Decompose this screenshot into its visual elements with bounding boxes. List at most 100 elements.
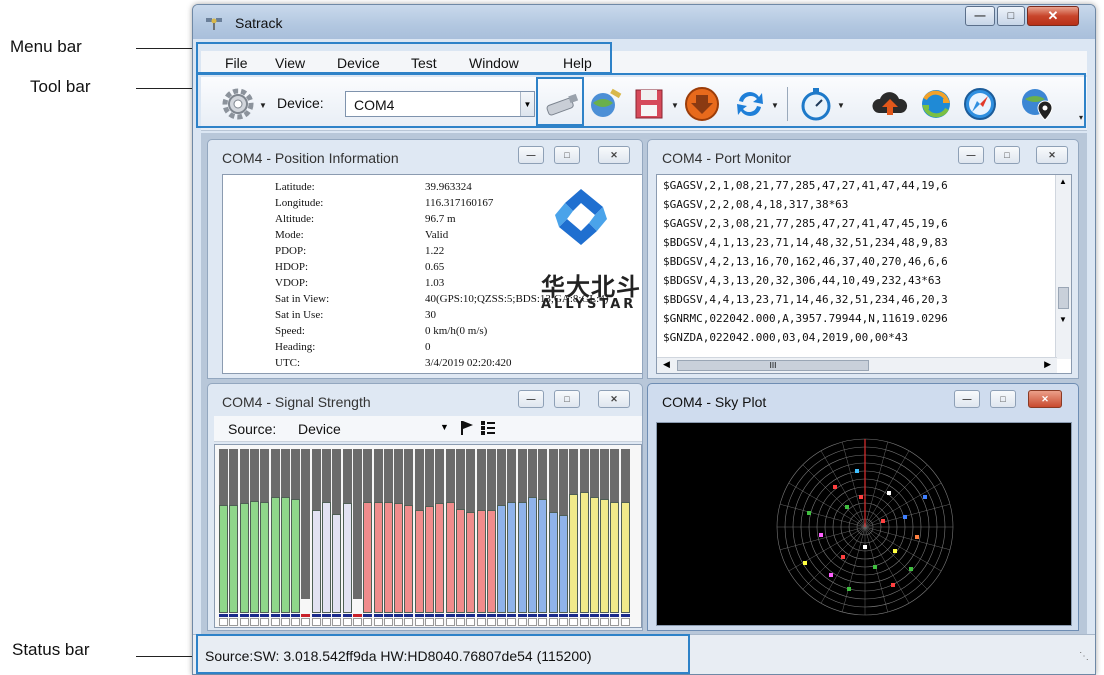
signal-maximize-button[interactable]: □ xyxy=(554,390,580,408)
scroll-down-icon[interactable]: ▼ xyxy=(1059,315,1067,324)
signal-bar xyxy=(497,505,507,613)
position-information-window[interactable]: COM4 - Position Information — □ ✕ Latitu… xyxy=(207,139,643,379)
port-monitor-close-button[interactable]: ✕ xyxy=(1036,146,1068,164)
sky-satellite-marker xyxy=(893,549,897,553)
signal-bar-label-box xyxy=(600,618,610,626)
minimize-icon: — xyxy=(526,150,536,160)
sky-close-button[interactable]: ✕ xyxy=(1028,390,1062,408)
sky-satellite-marker xyxy=(845,505,849,509)
signal-bar-label-box xyxy=(270,618,280,626)
maximize-button[interactable]: □ xyxy=(997,6,1025,26)
scroll-up-icon[interactable]: ▲ xyxy=(1059,177,1067,186)
signal-bar-baseline xyxy=(569,614,579,617)
sky-plot-window[interactable]: COM4 - Sky Plot — □ ✕ xyxy=(647,383,1079,631)
annotation-menu-bar-pointer xyxy=(136,48,198,49)
signal-bar-label-box xyxy=(538,618,548,626)
port-monitor-window-title: COM4 - Port Monitor xyxy=(662,150,792,166)
signal-bar-label-box xyxy=(301,618,311,626)
signal-bar-baseline xyxy=(229,614,239,617)
signal-bar-label-box xyxy=(445,618,455,626)
signal-bar-baseline xyxy=(311,614,321,617)
signal-close-button[interactable]: ✕ xyxy=(598,390,630,408)
signal-strength-window[interactable]: COM4 - Signal Strength — □ ✕ Source: Dev… xyxy=(207,383,643,631)
signal-bar-baseline xyxy=(589,614,599,617)
scroll-left-icon[interactable]: ◀ xyxy=(663,359,670,370)
port-monitor-horizontal-scrollbar[interactable]: ◀ III ▶ xyxy=(657,357,1057,373)
sky-maximize-button[interactable]: □ xyxy=(990,390,1016,408)
signal-bar-label-box xyxy=(507,618,517,626)
list-view-icon[interactable] xyxy=(480,420,496,436)
annotation-tool-bar: Tool bar xyxy=(30,77,91,96)
signal-bar xyxy=(270,497,280,613)
source-select[interactable]: Device xyxy=(298,421,341,437)
sky-satellite-marker xyxy=(863,545,867,549)
position-field-label: Sat in Use: xyxy=(275,309,324,321)
signal-bar-label-box xyxy=(342,618,352,626)
signal-bar-baseline xyxy=(610,614,620,617)
close-button[interactable]: ✕ xyxy=(1027,6,1079,26)
allystar-logo-icon xyxy=(555,189,607,245)
close-icon: ✕ xyxy=(1041,393,1049,404)
sky-satellite-marker xyxy=(847,587,851,591)
port-monitor-minimize-button[interactable]: — xyxy=(958,146,984,164)
sky-satellite-marker xyxy=(855,469,859,473)
nmea-log-line: $GAGSV,2,1,08,21,77,285,47,27,41,47,44,1… xyxy=(663,179,948,192)
signal-bar-label-box xyxy=(579,618,589,626)
horizontal-scroll-thumb[interactable]: III xyxy=(677,360,869,371)
signal-bar-baseline xyxy=(280,614,290,617)
position-close-button[interactable]: ✕ xyxy=(598,146,630,164)
sky-azimuth-spoke xyxy=(820,450,866,528)
signal-bar xyxy=(486,510,496,613)
resize-grip-icon[interactable]: ⋱ xyxy=(1079,651,1089,662)
signal-bar-baseline xyxy=(383,614,393,617)
signal-bar xyxy=(600,499,610,613)
signal-bar-label-box xyxy=(332,618,342,626)
port-monitor-maximize-button[interactable]: □ xyxy=(994,146,1020,164)
signal-bar-label-box xyxy=(569,618,579,626)
sky-satellite-marker xyxy=(833,485,837,489)
position-maximize-button[interactable]: □ xyxy=(554,146,580,164)
nmea-log-line: $GAGSV,2,2,08,4,18,317,38*63 xyxy=(663,198,849,211)
position-field-value: 30 xyxy=(425,309,436,321)
position-field-label: Longitude: xyxy=(275,197,324,209)
source-label: Source: xyxy=(228,421,277,437)
vertical-scroll-thumb[interactable] xyxy=(1058,287,1069,309)
position-field-value: 0 km/h(0 m/s) xyxy=(425,325,488,337)
signal-bar xyxy=(239,503,249,613)
signal-bar-label-box xyxy=(466,618,476,626)
signal-bar-track xyxy=(301,449,311,599)
signal-bar-baseline xyxy=(270,614,280,617)
scroll-right-icon[interactable]: ▶ xyxy=(1044,359,1051,370)
source-dropdown-arrow-icon[interactable]: ▼ xyxy=(440,422,449,432)
signal-minimize-button[interactable]: — xyxy=(518,390,544,408)
position-minimize-button[interactable]: — xyxy=(518,146,544,164)
signal-bar-baseline xyxy=(219,614,228,617)
minimize-button[interactable]: — xyxy=(965,6,995,26)
nmea-log-line: $BDGSV,4,2,13,16,70,162,46,37,40,270,46,… xyxy=(663,255,948,268)
maximize-icon: □ xyxy=(564,150,570,160)
signal-bar-label-box xyxy=(455,618,465,626)
signal-bar-baseline xyxy=(600,614,610,617)
satellite-app-icon xyxy=(206,18,222,30)
port-monitor-log[interactable]: $GAGSV,2,1,08,21,77,285,47,27,41,47,44,1… xyxy=(656,174,1072,374)
signal-bar-baseline xyxy=(528,614,537,617)
port-monitor-window[interactable]: COM4 - Port Monitor — □ ✕ $GAGSV,2,1,08,… xyxy=(647,139,1079,379)
menu-bar-highlight xyxy=(196,42,612,74)
port-monitor-vertical-scrollbar[interactable]: ▲ ▼ xyxy=(1055,175,1071,359)
signal-bar xyxy=(435,503,445,613)
flag-icon[interactable] xyxy=(460,420,474,436)
position-field-label: Heading: xyxy=(275,341,316,353)
sky-azimuth-spoke xyxy=(802,464,866,528)
annotation-menu-bar: Menu bar xyxy=(10,37,82,56)
sky-satellite-marker xyxy=(915,535,919,539)
signal-bar-label-box xyxy=(239,618,249,626)
sky-satellite-marker xyxy=(873,565,877,569)
sky-minimize-button[interactable]: — xyxy=(954,390,980,408)
sky-azimuth-spoke xyxy=(864,526,889,613)
position-field-value: 96.7 m xyxy=(425,213,456,225)
position-field-label: PDOP: xyxy=(275,245,307,257)
sky-satellite-marker xyxy=(881,519,885,523)
signal-bar-label-box xyxy=(322,618,331,626)
signal-bar-baseline xyxy=(579,614,589,617)
signal-bar xyxy=(291,499,301,613)
